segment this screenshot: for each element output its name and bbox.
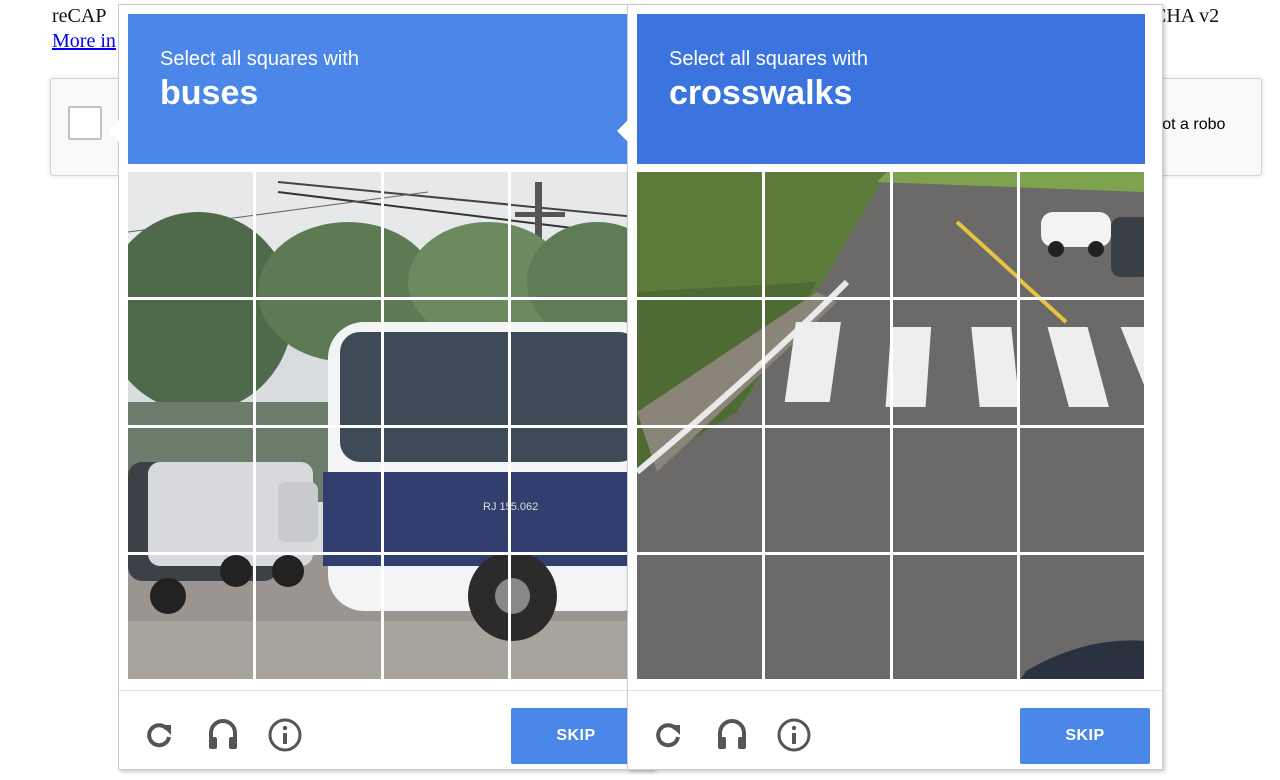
challenge-prompt: Select all squares with <box>669 48 868 70</box>
image-tile[interactable] <box>892 427 1018 553</box>
skip-button[interactable]: SKIP <box>511 708 641 764</box>
image-tile[interactable] <box>637 172 762 297</box>
tile-image: RJ 155.062 <box>511 555 636 680</box>
image-tile[interactable] <box>892 555 1018 680</box>
challenge-panel-crosswalks: Select all squares with crosswalks SKIP <box>617 4 1163 770</box>
tile-image <box>892 555 1018 680</box>
svg-text:RJ 155.062: RJ 155.062 <box>483 501 509 513</box>
info-icon[interactable] <box>776 717 812 753</box>
image-tile[interactable] <box>764 172 890 297</box>
tile-image <box>764 299 890 425</box>
image-tile[interactable] <box>764 555 890 680</box>
tile-image: RJ 155.062 <box>383 555 509 680</box>
info-icon[interactable] <box>267 717 303 753</box>
image-tile[interactable] <box>637 299 762 425</box>
tile-image <box>764 172 890 297</box>
image-grid <box>637 172 1145 680</box>
tile-image: RJ 155.062 <box>128 172 253 297</box>
page-heading-left: reCAP <box>52 5 107 27</box>
tile-image <box>1020 555 1145 680</box>
panel-pointer-arrow <box>108 120 119 142</box>
image-tile[interactable] <box>764 427 890 553</box>
image-tile[interactable] <box>1020 172 1145 297</box>
tile-image <box>764 555 890 680</box>
reload-icon[interactable] <box>650 717 686 753</box>
tile-image: RJ 155.062 <box>255 299 381 425</box>
tile-image <box>637 427 762 553</box>
tile-image: RJ 155.062 <box>383 299 509 425</box>
tile-image <box>637 172 762 297</box>
tile-image <box>1020 299 1145 425</box>
audio-icon[interactable] <box>714 717 750 753</box>
image-tile[interactable]: RJ 155.062 <box>511 427 636 553</box>
challenge-keyword: crosswalks <box>669 74 853 112</box>
tile-image: RJ 155.062 <box>383 427 509 553</box>
image-tile[interactable]: RJ 155.062 <box>511 555 636 680</box>
tile-image: RJ 155.062 <box>255 427 381 553</box>
image-tile[interactable] <box>1020 555 1145 680</box>
tile-image: RJ 155.062 <box>128 427 253 553</box>
tile-image <box>637 299 762 425</box>
more-info-link[interactable]: More in <box>52 30 116 53</box>
tile-image: RJ 155.062 <box>511 172 636 297</box>
image-tile[interactable]: RJ 155.062 <box>383 299 509 425</box>
challenge-header: Select all squares with crosswalks <box>637 14 1145 164</box>
challenge-footer: SKIP <box>119 690 653 770</box>
tile-image: RJ 155.062 <box>511 299 636 425</box>
image-tile[interactable]: RJ 155.062 <box>511 172 636 297</box>
challenge-panel-buses: Select all squares with buses RJ 155.062… <box>108 4 654 770</box>
image-tile[interactable]: RJ 155.062 <box>128 172 253 297</box>
tile-image <box>892 172 1018 297</box>
image-tile[interactable] <box>892 172 1018 297</box>
tile-image: RJ 155.062 <box>255 555 381 680</box>
image-tile[interactable]: RJ 155.062 <box>511 299 636 425</box>
audio-icon[interactable] <box>205 717 241 753</box>
image-tile[interactable] <box>637 555 762 680</box>
image-tile[interactable]: RJ 155.062 <box>255 299 381 425</box>
tile-image: RJ 155.062 <box>128 555 253 680</box>
image-grid: RJ 155.062 RJ 155.062 RJ 155.062 <box>128 172 636 680</box>
svg-text:RJ 155.062: RJ 155.062 <box>511 501 538 513</box>
image-tile[interactable]: RJ 155.062 <box>255 427 381 553</box>
tile-image <box>892 299 1018 425</box>
skip-button[interactable]: SKIP <box>1020 708 1150 764</box>
tile-image <box>1020 427 1145 553</box>
tile-image: RJ 155.062 <box>383 172 509 297</box>
challenge-prompt: Select all squares with <box>160 48 359 70</box>
image-tile[interactable] <box>764 299 890 425</box>
challenge-footer: SKIP <box>628 690 1162 770</box>
image-tile[interactable] <box>1020 299 1145 425</box>
tile-image: RJ 155.062 <box>128 299 253 425</box>
tile-image <box>764 427 890 553</box>
challenge-keyword: buses <box>160 74 259 112</box>
tile-image: RJ 155.062 <box>255 172 381 297</box>
image-tile[interactable]: RJ 155.062 <box>128 427 253 553</box>
image-tile[interactable]: RJ 155.062 <box>255 555 381 680</box>
panel-pointer-arrow <box>617 120 628 142</box>
image-tile[interactable]: RJ 155.062 <box>128 299 253 425</box>
tile-image: RJ 155.062 <box>511 427 636 553</box>
image-tile[interactable]: RJ 155.062 <box>383 427 509 553</box>
challenge-header: Select all squares with buses <box>128 14 636 164</box>
image-tile[interactable] <box>637 427 762 553</box>
tile-image <box>1020 172 1145 297</box>
reload-icon[interactable] <box>141 717 177 753</box>
image-tile[interactable]: RJ 155.062 <box>383 555 509 680</box>
image-tile[interactable]: RJ 155.062 <box>383 172 509 297</box>
recaptcha-checkbox[interactable] <box>68 106 102 140</box>
image-tile[interactable] <box>1020 427 1145 553</box>
image-tile[interactable]: RJ 155.062 <box>128 555 253 680</box>
tile-image <box>637 555 762 680</box>
tile-image <box>892 427 1018 553</box>
image-tile[interactable] <box>892 299 1018 425</box>
image-tile[interactable]: RJ 155.062 <box>255 172 381 297</box>
